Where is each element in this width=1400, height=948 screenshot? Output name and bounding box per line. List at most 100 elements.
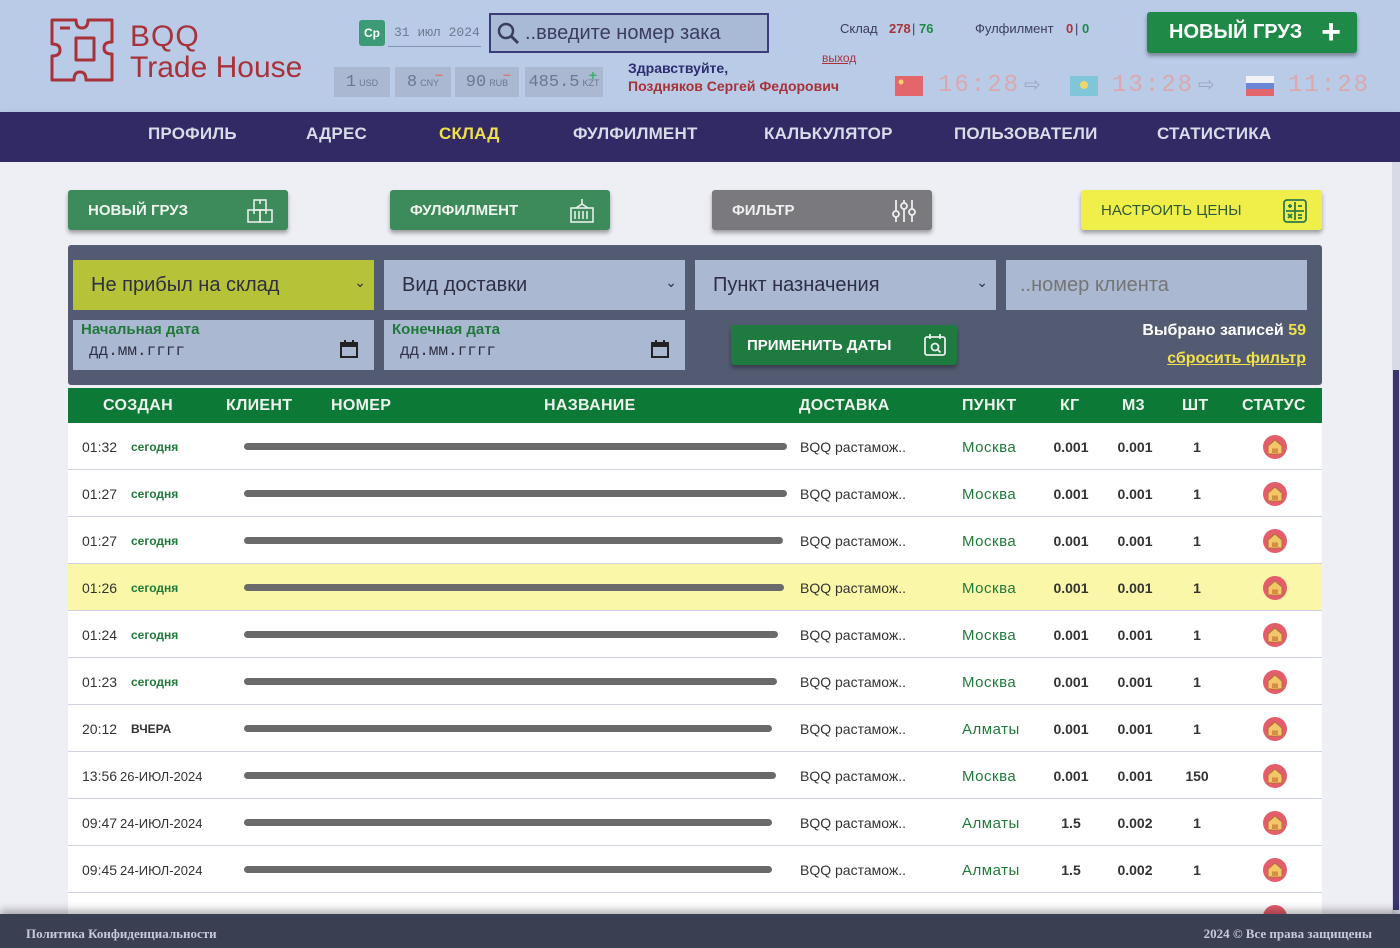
warehouse-status-icon[interactable]: [1262, 575, 1288, 606]
filter-button[interactable]: ФИЛЬТР: [712, 190, 932, 230]
row-m3: 0.001: [1117, 721, 1153, 737]
nav-fulfillment[interactable]: ФУЛФИЛМЕНТ: [573, 124, 698, 144]
row-m3: 0.001: [1117, 580, 1153, 596]
table-row[interactable]: 01:27 сегодня BQQ растамож.. Москва 0.001 0.0…: [68, 517, 1322, 564]
china-flag-icon: [895, 76, 923, 96]
warehouse-status-icon[interactable]: [1262, 622, 1288, 653]
row-m3: 0.002: [1117, 862, 1153, 878]
table-row[interactable]: 09:47 24-ИЮЛ-2024 BQQ растамож.. Алматы 1.5 0…: [68, 799, 1322, 846]
currency-cny-trend: −: [434, 67, 443, 83]
nav-warehouse[interactable]: СКЛАД: [439, 124, 500, 144]
privacy-policy-link[interactable]: Политика Конфиденциальности: [26, 926, 217, 942]
new-cargo-header-button[interactable]: НОВЫЙ ГРУЗ +: [1147, 12, 1357, 53]
col-client[interactable]: КЛИЕНТ: [226, 397, 292, 415]
row-m3: 0.001: [1117, 533, 1153, 549]
search-icon[interactable]: [491, 21, 525, 45]
col-created[interactable]: СОЗДАН: [103, 397, 173, 415]
col-point[interactable]: ПУНКТ: [962, 397, 1016, 415]
col-m3[interactable]: М3: [1122, 397, 1145, 415]
row-delivery: BQQ растамож..: [800, 768, 907, 784]
col-number[interactable]: НОМЕР: [331, 397, 391, 415]
reset-filter-link[interactable]: сбросить фильтр: [1167, 350, 1306, 368]
table-row[interactable]: 01:23 сегодня BQQ растамож.. Москва 0.001 0.0…: [68, 658, 1322, 705]
row-m3: 0.001: [1117, 674, 1153, 690]
row-delivery: BQQ растамож..: [800, 533, 907, 549]
logout-link[interactable]: выход: [822, 51, 856, 65]
row-m3: 0.001: [1117, 439, 1153, 455]
client-number-input[interactable]: [1006, 273, 1296, 297]
redaction-bar: [244, 866, 772, 873]
table-row[interactable]: 01:26 сегодня BQQ растамож.. Москва 0.001 0.0…: [68, 564, 1322, 611]
page-scrollbar[interactable]: [1392, 162, 1400, 914]
redaction-bar: [244, 537, 783, 544]
fulfillment-count-1: 0: [1066, 21, 1074, 36]
nav-address[interactable]: АДРЕС: [306, 124, 367, 144]
scrollbar-thumb[interactable]: [1393, 370, 1399, 910]
status-select[interactable]: Не прибыл на склад ⌄: [73, 260, 374, 310]
redaction-bar: [244, 772, 776, 779]
warehouse-status-icon[interactable]: [1262, 434, 1288, 465]
start-date-field[interactable]: Начальная дата дд.мм.гггг: [73, 320, 374, 370]
table-row[interactable]: 20:12 ВЧЕРА BQQ растамож.. Алматы 0.001 0.001…: [68, 705, 1322, 752]
table-row[interactable]: 09:45 24-ИЮЛ-2024 BQQ растамож.. Алматы 1.5 0…: [68, 846, 1322, 893]
row-delivery: BQQ растамож..: [800, 815, 907, 831]
warehouse-separator: |: [912, 21, 916, 36]
plus-icon: +: [1321, 13, 1341, 51]
table-row[interactable]: 01:24 сегодня BQQ растамож.. Москва 0.001 0.0…: [68, 611, 1322, 658]
chevron-down-icon: ⌄: [976, 274, 988, 290]
logo-text-trade-house: Trade House: [130, 51, 303, 84]
row-kg: 0.001: [1053, 439, 1089, 455]
row-created-day: сегодня: [131, 487, 179, 501]
warehouse-status-icon[interactable]: [1262, 716, 1288, 747]
clock-kazakhstan: 13:28: [1112, 72, 1195, 99]
logo[interactable]: BQQ Trade House: [46, 14, 316, 88]
calendar-icon[interactable]: [340, 340, 358, 358]
row-created-time: 01:26: [82, 580, 118, 596]
new-cargo-button[interactable]: НОВЫЙ ГРУЗ: [68, 190, 288, 230]
nav-profile[interactable]: ПРОФИЛЬ: [148, 124, 237, 144]
warehouse-status-icon[interactable]: [1262, 528, 1288, 559]
calendar-icon[interactable]: [651, 340, 669, 358]
warehouse-status-icon[interactable]: [1262, 857, 1288, 888]
table-row[interactable]: 01:27 сегодня BQQ растамож.. Москва 0.001 0.0…: [68, 470, 1322, 517]
row-created-time: 13:56: [82, 768, 118, 784]
row-kg: 0.001: [1053, 486, 1089, 502]
order-search[interactable]: [489, 13, 769, 53]
warehouse-status-icon[interactable]: [1262, 481, 1288, 512]
nav-statistics[interactable]: СТАТИСТИКА: [1157, 124, 1271, 144]
warehouse-status-icon[interactable]: [1262, 669, 1288, 700]
delivery-type-select[interactable]: Вид доставки ⌄: [384, 260, 685, 310]
warehouse-status-icon[interactable]: [1262, 810, 1288, 841]
warehouse-status-icon[interactable]: [1262, 763, 1288, 794]
row-created-day: 26-ИЮЛ-2024: [120, 769, 203, 784]
currency-usd: 1 USD: [334, 67, 390, 97]
chevron-down-icon: ⌄: [354, 274, 366, 290]
warehouse-status-icon[interactable]: [1262, 904, 1288, 914]
table-row[interactable]: 01:32 сегодня BQQ растамож.. Москва 0.001 0.0…: [68, 423, 1322, 470]
col-qty[interactable]: ШТ: [1182, 397, 1208, 415]
apply-dates-button[interactable]: ПРИМЕНИТЬ ДАТЫ: [731, 325, 957, 365]
fulfillment-button[interactable]: ФУЛФИЛМЕНТ: [390, 190, 610, 230]
table-row[interactable]: [68, 893, 1322, 914]
arrow-right-icon: ⇨: [1198, 74, 1215, 96]
col-name[interactable]: НАЗВАНИЕ: [544, 397, 636, 415]
row-destination: Алматы: [962, 721, 1020, 738]
currency-rub-trend: −: [502, 67, 511, 83]
end-date-field[interactable]: Конечная дата дд.мм.гггг: [384, 320, 685, 370]
col-delivery[interactable]: ДОСТАВКА: [799, 397, 890, 415]
order-search-input[interactable]: [525, 21, 765, 45]
nav-users[interactable]: ПОЛЬЗОВАТЕЛИ: [954, 124, 1098, 144]
client-number-field[interactable]: [1006, 260, 1307, 310]
clock-china: 16:28: [938, 72, 1021, 99]
col-status[interactable]: СТАТУС: [1242, 397, 1306, 415]
destination-select[interactable]: Пункт назначения ⌄: [695, 260, 996, 310]
table-row[interactable]: 13:56 26-ИЮЛ-2024 BQQ растамож.. Москва 0.00…: [68, 752, 1322, 799]
logo-text-bqq: BQQ: [130, 20, 200, 53]
nav-calculator[interactable]: КАЛЬКУЛЯТОР: [764, 124, 893, 144]
redaction-bar: [244, 631, 778, 638]
row-delivery: BQQ растамож..: [800, 674, 907, 690]
col-kg[interactable]: КГ: [1060, 397, 1079, 415]
start-date-value: дд.мм.гггг: [89, 342, 186, 360]
row-qty: 1: [1193, 721, 1201, 737]
configure-prices-button[interactable]: НАСТРОИТЬ ЦЕНЫ: [1081, 190, 1322, 230]
